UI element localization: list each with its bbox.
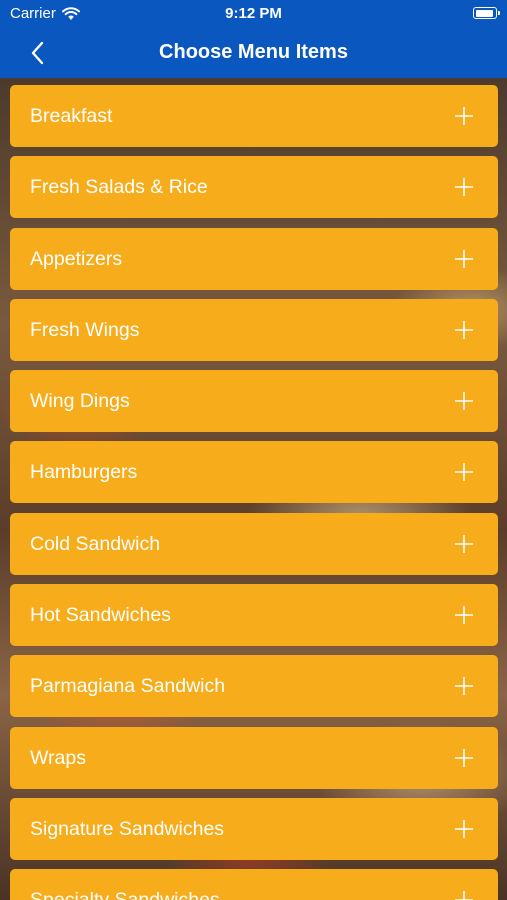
menu-category-label: Hot Sandwiches bbox=[30, 604, 171, 627]
status-bar: Carrier 9:12 PM bbox=[0, 0, 507, 28]
plus-icon[interactable] bbox=[455, 249, 473, 268]
page-title: Choose Menu Items bbox=[159, 41, 348, 63]
menu-content[interactable]: Breakfast Fresh Salads & Rice Appetizers Fr… bbox=[0, 78, 507, 900]
plus-icon[interactable] bbox=[455, 677, 473, 696]
plus-icon[interactable] bbox=[455, 819, 473, 838]
menu-category-row[interactable]: Cold Sandwich bbox=[10, 512, 498, 575]
menu-category-label: Appetizers bbox=[30, 247, 123, 270]
menu-category-row[interactable]: Wing Dings bbox=[10, 370, 498, 433]
menu-list: Breakfast Fresh Salads & Rice Appetizers Fr… bbox=[10, 85, 498, 900]
plus-icon[interactable] bbox=[455, 606, 473, 625]
menu-category-label: Specialty Sandwiches bbox=[30, 889, 220, 900]
plus-icon[interactable] bbox=[455, 534, 473, 553]
plus-icon[interactable] bbox=[455, 320, 473, 339]
plus-icon[interactable] bbox=[455, 107, 473, 125]
menu-category-row[interactable]: Hot Sandwiches bbox=[10, 584, 498, 647]
menu-category-row[interactable]: Signature Sandwiches bbox=[10, 797, 498, 860]
menu-category-label: Signature Sandwiches bbox=[30, 817, 225, 840]
menu-category-label: Cold Sandwich bbox=[30, 532, 161, 555]
menu-category-row[interactable]: Specialty Sandwiches bbox=[10, 869, 498, 900]
battery-level bbox=[475, 9, 494, 17]
menu-category-label: Fresh Salads & Rice bbox=[30, 176, 208, 199]
status-time: 9:12 PM bbox=[225, 5, 282, 22]
menu-category-row[interactable]: Breakfast bbox=[10, 85, 498, 147]
menu-category-row[interactable]: Parmagiana Sandwich bbox=[10, 655, 498, 718]
menu-category-label: Wraps bbox=[30, 746, 86, 769]
menu-category-row[interactable]: Appetizers bbox=[10, 227, 498, 290]
menu-category-label: Fresh Wings bbox=[30, 318, 140, 341]
plus-icon[interactable] bbox=[455, 891, 473, 900]
battery-icon bbox=[473, 7, 500, 19]
menu-category-label: Parmagiana Sandwich bbox=[30, 675, 226, 698]
plus-icon[interactable] bbox=[455, 463, 473, 482]
menu-category-row[interactable]: Wraps bbox=[10, 726, 498, 789]
plus-icon[interactable] bbox=[455, 748, 473, 767]
menu-category-row[interactable]: Fresh Wings bbox=[10, 298, 498, 361]
menu-category-label: Hamburgers bbox=[30, 461, 138, 484]
menu-category-row[interactable]: Fresh Salads & Rice bbox=[10, 156, 498, 219]
plus-icon[interactable] bbox=[455, 178, 473, 197]
plus-icon[interactable] bbox=[455, 392, 473, 411]
menu-category-row[interactable]: Hamburgers bbox=[10, 441, 498, 504]
menu-category-label: Wing Dings bbox=[30, 390, 130, 413]
navigation-bar: Choose Menu Items bbox=[0, 28, 507, 78]
menu-category-label: Breakfast bbox=[30, 105, 113, 127]
